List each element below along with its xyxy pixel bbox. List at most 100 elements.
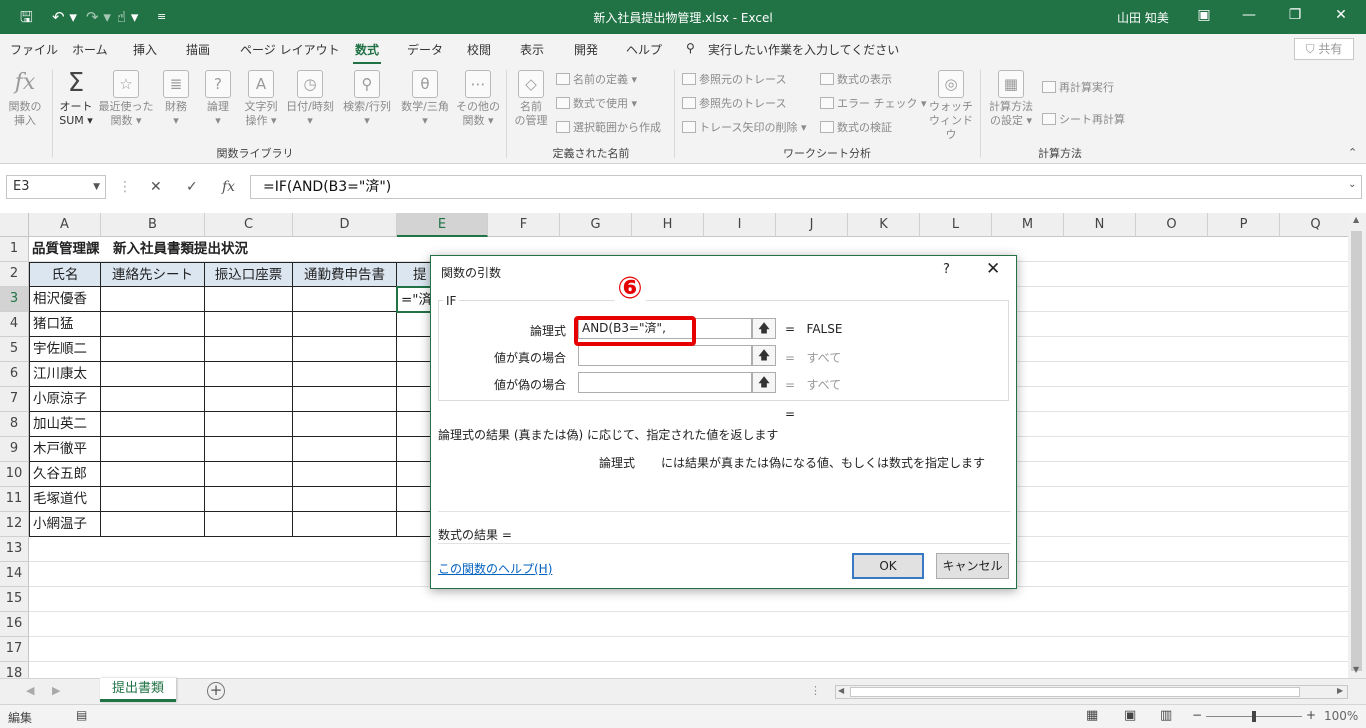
create-from-selection-button[interactable]: 選択範囲から作成 — [556, 121, 661, 135]
col-header-d[interactable]: D — [293, 213, 397, 237]
cell-a8[interactable]: 加山英二 — [29, 412, 101, 437]
function-help-link[interactable]: この関数のヘルプ(H) — [438, 560, 552, 577]
tab-data[interactable]: データ — [407, 41, 443, 58]
tab-split-icon[interactable]: ⋮ — [810, 684, 821, 697]
collapse-ribbon-icon[interactable]: ⌃ — [1348, 146, 1357, 159]
cell-a9[interactable]: 木戸徹平 — [29, 437, 101, 462]
row-header-5[interactable]: 5 — [0, 337, 29, 362]
tab-page-layout[interactable]: ページ レイアウト — [240, 41, 340, 58]
text-button[interactable]: A 文字列 操作 ▾ — [240, 70, 282, 128]
scroll-down-icon[interactable]: ▼ — [1353, 665, 1359, 674]
name-manager-button[interactable]: ◇ 名前 の管理 — [510, 70, 552, 128]
col-header-h[interactable]: H — [632, 213, 704, 237]
next-sheet-icon[interactable]: ▶ — [52, 684, 60, 697]
col-header-e[interactable]: E — [397, 213, 488, 237]
lookup-button[interactable]: ⚲ 検索/行列 ▾ — [339, 70, 395, 128]
col-header-k[interactable]: K — [848, 213, 920, 237]
col-header-a[interactable]: A — [29, 213, 101, 237]
zoom-level[interactable]: 100% — [1324, 709, 1358, 723]
col-header-j[interactable]: J — [776, 213, 848, 237]
tab-developer[interactable]: 開発 — [574, 41, 598, 58]
collapse-dialog-button[interactable]: 🡅 — [752, 345, 776, 366]
logical-button[interactable]: ? 論理 ▾ — [200, 70, 236, 128]
minimize-icon[interactable]: — — [1226, 7, 1272, 23]
select-all-corner[interactable] — [0, 213, 29, 237]
cell-a5[interactable]: 宇佐順二 — [29, 337, 101, 362]
col-header-p[interactable]: P — [1208, 213, 1280, 237]
arg-input-value-if-false[interactable] — [578, 372, 752, 393]
insert-function-button[interactable]: fx 関数の 挿入 — [4, 70, 46, 128]
normal-view-icon[interactable]: ▦ — [1086, 708, 1098, 723]
date-time-button[interactable]: ◷ 日付/時刻 ▾ — [283, 70, 337, 128]
row-header-14[interactable]: 14 — [0, 562, 29, 587]
row-header-11[interactable]: 11 — [0, 487, 29, 512]
row-header-6[interactable]: 6 — [0, 362, 29, 387]
formula-input[interactable]: =IF(AND(B3="済") — [250, 175, 1362, 199]
scroll-thumb[interactable] — [1351, 231, 1362, 671]
calc-now-button[interactable]: 再計算実行 — [1042, 81, 1114, 95]
error-checking-button[interactable]: エラー チェック ▾ — [820, 97, 927, 111]
zoom-in-icon[interactable]: + — [1306, 708, 1316, 722]
row-header-7[interactable]: 7 — [0, 387, 29, 412]
cell-b2[interactable]: 連絡先シート — [101, 262, 205, 287]
name-box[interactable]: E3 ▼ — [6, 175, 106, 199]
row-header-3[interactable]: 3 — [0, 287, 29, 312]
col-header-l[interactable]: L — [920, 213, 992, 237]
tab-view[interactable]: 表示 — [520, 41, 544, 58]
col-header-q[interactable]: Q — [1280, 213, 1348, 237]
math-button[interactable]: θ 数学/三角 ▾ — [397, 70, 453, 128]
restore-icon[interactable]: ❐ — [1272, 7, 1318, 23]
financial-button[interactable]: ≣ 財務 ▾ — [158, 70, 194, 128]
row-header-10[interactable]: 10 — [0, 462, 29, 487]
zoom-thumb[interactable] — [1252, 711, 1256, 722]
calc-options-button[interactable]: ▦ 計算方法 の設定 ▾ — [984, 70, 1038, 128]
help-icon[interactable]: ? — [943, 262, 950, 277]
col-header-f[interactable]: F — [488, 213, 560, 237]
row-header-1[interactable]: 1 — [0, 237, 29, 262]
tab-help[interactable]: ヘルプ — [626, 41, 662, 58]
tab-home[interactable]: ホーム — [72, 41, 108, 58]
trace-precedents-button[interactable]: 参照元のトレース — [682, 73, 786, 87]
cell-a3[interactable]: 相沢優香 — [29, 287, 101, 312]
tab-draw[interactable]: 描画 — [186, 41, 210, 58]
arg-input-value-if-true[interactable] — [578, 345, 752, 366]
fx-icon[interactable]: fx — [222, 179, 235, 195]
close-icon[interactable]: ✕ — [1318, 7, 1364, 23]
cell-a11[interactable]: 毛塚道代 — [29, 487, 101, 512]
cell-a4[interactable]: 猪口猛 — [29, 312, 101, 337]
row-header-17[interactable]: 17 — [0, 637, 29, 662]
expand-formula-icon[interactable]: ⌄ — [1348, 179, 1356, 190]
horizontal-scrollbar[interactable]: ◀ ▶ — [835, 685, 1348, 699]
vertical-scrollbar[interactable]: ▲ ▼ — [1348, 213, 1366, 678]
scroll-left-icon[interactable]: ◀ — [838, 686, 844, 695]
col-header-c[interactable]: C — [205, 213, 293, 237]
show-formulas-button[interactable]: 数式の表示 — [820, 73, 892, 87]
cell-a10[interactable]: 久谷五郎 — [29, 462, 101, 487]
tab-formulas[interactable]: 数式 — [352, 41, 382, 65]
row-header-12[interactable]: 12 — [0, 512, 29, 537]
row-header-2[interactable]: 2 — [0, 262, 29, 287]
cell-d2[interactable]: 通勤費申告書 — [293, 262, 397, 287]
cell-a6[interactable]: 江川康太 — [29, 362, 101, 387]
tab-review[interactable]: 校閲 — [467, 41, 491, 58]
close-icon[interactable]: ✕ — [986, 259, 1000, 279]
watch-window-button[interactable]: ◎ ウォッチ ウィンドウ — [928, 70, 974, 142]
scroll-thumb[interactable] — [850, 687, 1300, 697]
row-header-18[interactable]: 18 — [0, 662, 29, 678]
use-in-formula-button[interactable]: 数式で使用 ▾ — [556, 97, 637, 111]
cell-a12[interactable]: 小網温子 — [29, 512, 101, 537]
sheet-tab-submissions[interactable]: 提出書類 — [100, 678, 176, 702]
prev-sheet-icon[interactable]: ◀ — [26, 684, 34, 697]
row-header-16[interactable]: 16 — [0, 612, 29, 637]
share-button[interactable]: ⛉ 共有 — [1294, 38, 1354, 60]
row-header-8[interactable]: 8 — [0, 412, 29, 437]
chevron-down-icon[interactable]: ▼ — [93, 176, 100, 198]
macro-record-icon[interactable]: ▤ — [76, 708, 87, 722]
cancel-button[interactable]: キャンセル — [936, 553, 1009, 579]
trace-dependents-button[interactable]: 参照先のトレース — [682, 97, 786, 111]
ok-button[interactable]: OK — [852, 553, 924, 579]
more-functions-button[interactable]: ⋯ その他の 関数 ▾ — [455, 70, 501, 128]
tell-me-icon[interactable]: ⚲ — [686, 41, 695, 55]
col-header-m[interactable]: M — [992, 213, 1064, 237]
row-header-13[interactable]: 13 — [0, 537, 29, 562]
